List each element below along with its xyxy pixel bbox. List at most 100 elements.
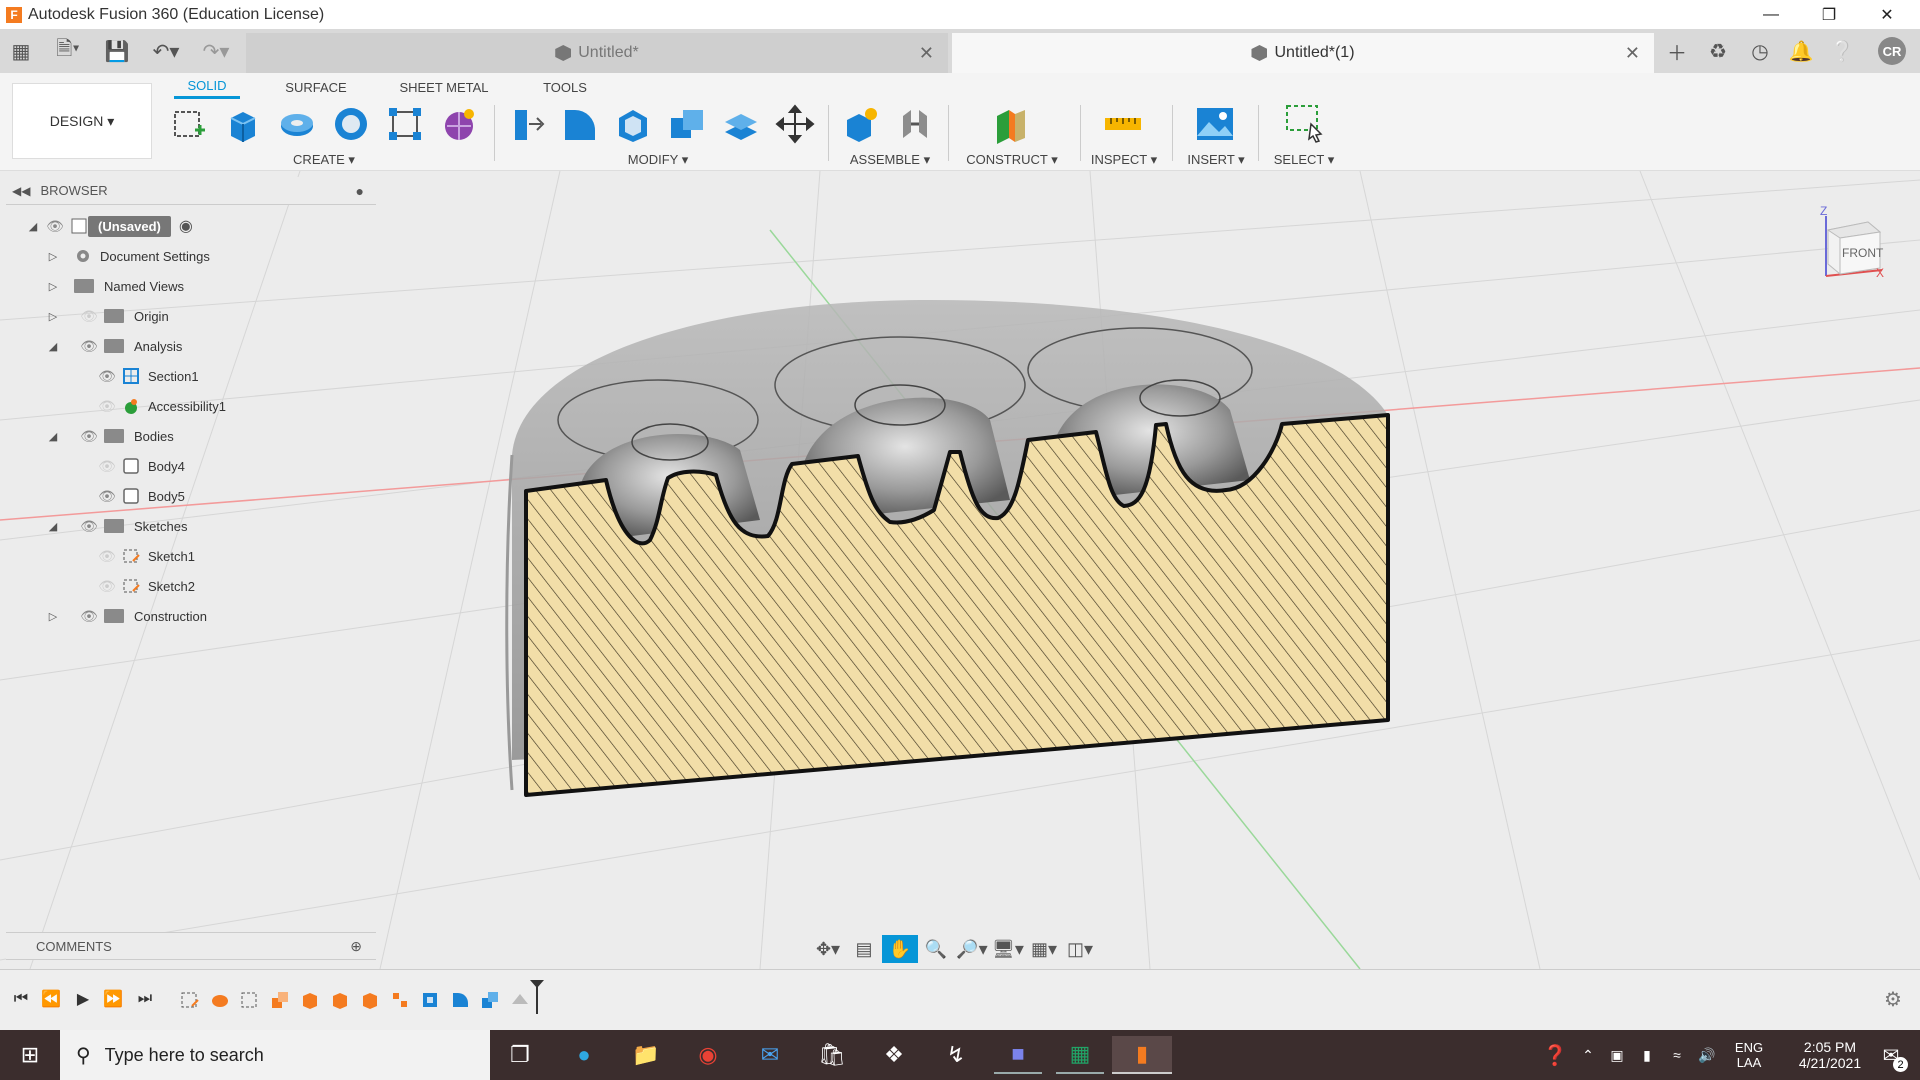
- visibility-eye-icon[interactable]: 👁: [98, 578, 116, 594]
- data-panel-grid-icon[interactable]: ▦: [8, 38, 34, 64]
- step-back-icon[interactable]: ⏪: [40, 988, 62, 1010]
- browser-panel-header[interactable]: ◀◀ BROWSER ●: [6, 177, 376, 205]
- display-settings-icon[interactable]: 🖥▾: [990, 935, 1026, 963]
- add-comment-icon[interactable]: ⊕: [350, 938, 362, 955]
- taskbar-search-box[interactable]: ⚲ Type here to search: [60, 1030, 490, 1080]
- visibility-eye-icon[interactable]: 👁: [80, 338, 98, 354]
- viewcube[interactable]: FRONT Z X: [1820, 204, 1886, 282]
- construct-menu[interactable]: CONSTRUCT ▾: [960, 152, 1064, 168]
- close-window-button[interactable]: ✕: [1858, 0, 1916, 29]
- wifi-icon[interactable]: ≈: [1664, 1030, 1690, 1080]
- insert-image-icon[interactable]: [1194, 103, 1236, 145]
- expand-triangle-icon[interactable]: ▷: [46, 310, 60, 323]
- visibility-eye-icon[interactable]: 👁: [98, 458, 116, 474]
- timeline-marker[interactable]: [536, 984, 538, 1014]
- fit-zoom-icon[interactable]: 🔎▾: [954, 935, 990, 963]
- notifications-bell-icon[interactable]: 🔔: [1787, 37, 1815, 65]
- tree-item-accessibility1[interactable]: 👁 Accessibility1: [98, 392, 226, 420]
- canvas-viewport[interactable]: [0, 171, 1920, 969]
- help-icon[interactable]: ❔: [1828, 37, 1856, 65]
- show-hidden-icons-chevron-icon[interactable]: ⌃: [1576, 1030, 1600, 1080]
- tree-item-named-views[interactable]: ▷ Named Views: [46, 272, 184, 300]
- save-icon[interactable]: 💾: [104, 38, 130, 64]
- joint-icon[interactable]: [894, 103, 936, 145]
- undo-icon[interactable]: ↶▾: [146, 38, 186, 64]
- teams-icon[interactable]: ■: [994, 1036, 1042, 1074]
- tray-app-icon[interactable]: ▣: [1604, 1030, 1630, 1080]
- step-forward-icon[interactable]: ⏩: [102, 988, 124, 1010]
- visibility-eye-icon[interactable]: 👁: [80, 608, 98, 624]
- close-tab-icon[interactable]: ✕: [919, 43, 934, 64]
- visibility-eye-icon[interactable]: 👁: [98, 548, 116, 564]
- timeline-revolve-icon[interactable]: [210, 990, 230, 1010]
- assemble-menu[interactable]: ASSEMBLE ▾: [840, 152, 940, 168]
- look-at-icon[interactable]: ▤: [846, 935, 882, 963]
- file-menu-icon[interactable]: 🗎▾: [48, 38, 88, 64]
- extrude-icon[interactable]: [222, 103, 264, 145]
- chrome-browser-icon[interactable]: ◉: [684, 1036, 732, 1074]
- timeline-extrude-icon[interactable]: [360, 990, 380, 1010]
- timeline-sketch-icon[interactable]: [240, 990, 260, 1010]
- timeline-settings-gear-icon[interactable]: ⚙: [1882, 988, 1904, 1011]
- visibility-eye-icon[interactable]: 👁: [98, 488, 116, 504]
- activate-radio-icon[interactable]: ◉: [179, 216, 193, 236]
- timeline-marker-handle-icon[interactable]: [530, 980, 544, 988]
- restore-button[interactable]: ❐: [1800, 0, 1858, 29]
- tab-surface[interactable]: SURFACE: [276, 75, 356, 99]
- collapse-triangle-icon[interactable]: ◢: [46, 430, 60, 443]
- measure-icon[interactable]: [1102, 103, 1144, 145]
- inspect-menu[interactable]: INSPECT ▾: [1082, 152, 1166, 168]
- expand-triangle-icon[interactable]: ▷: [46, 250, 60, 263]
- user-avatar[interactable]: CR: [1878, 37, 1906, 65]
- tab-sheet-metal[interactable]: SHEET METAL: [394, 75, 494, 99]
- offset-plane-icon[interactable]: [990, 103, 1032, 145]
- tree-item-body5[interactable]: 👁 Body5: [98, 482, 185, 510]
- tree-item-body4[interactable]: 👁 Body4: [98, 452, 185, 480]
- windows-start-icon[interactable]: ⊞: [6, 1036, 54, 1074]
- collapse-triangle-icon[interactable]: ◢: [46, 520, 60, 533]
- tree-item-sketches[interactable]: ◢ 👁 Sketches: [46, 512, 188, 540]
- create-form-icon[interactable]: [438, 103, 480, 145]
- timeline-section-icon[interactable]: [510, 990, 530, 1010]
- hole-icon[interactable]: [330, 103, 372, 145]
- visibility-eye-icon[interactable]: 👁: [98, 368, 116, 384]
- timeline-sketch-icon[interactable]: [180, 990, 200, 1010]
- extensions-icon[interactable]: ♻: [1704, 37, 1732, 65]
- excel-icon[interactable]: ▦: [1056, 1036, 1104, 1074]
- select-window-icon[interactable]: [1284, 103, 1326, 145]
- select-menu[interactable]: SELECT ▾: [1264, 152, 1344, 168]
- collapse-browser-icon[interactable]: ◀◀: [12, 184, 30, 198]
- tree-item-sketch1[interactable]: 👁 Sketch1: [98, 542, 195, 570]
- browser-pin-icon[interactable]: ●: [356, 183, 364, 199]
- tab-untitled-1[interactable]: Untitled*(1) ✕: [952, 33, 1654, 73]
- tree-root[interactable]: ◢ 👁 (Unsaved) ◉: [26, 212, 193, 240]
- timeline-fillet-icon[interactable]: [450, 990, 470, 1010]
- close-tab-icon[interactable]: ✕: [1625, 43, 1640, 64]
- grid-settings-icon[interactable]: ▦▾: [1026, 935, 1062, 963]
- battery-icon[interactable]: ▮: [1634, 1030, 1660, 1080]
- combine-icon[interactable]: [666, 103, 708, 145]
- create-menu[interactable]: CREATE ▾: [274, 152, 374, 168]
- new-component-icon[interactable]: [840, 103, 882, 145]
- press-pull-icon[interactable]: [504, 103, 546, 145]
- tree-item-bodies[interactable]: ◢ 👁 Bodies: [46, 422, 174, 450]
- timeline-combine-icon[interactable]: [480, 990, 500, 1010]
- input-language-indicator[interactable]: ENG LAA: [1726, 1030, 1772, 1080]
- mail-icon[interactable]: ✉: [746, 1036, 794, 1074]
- revolve-icon[interactable]: [276, 103, 318, 145]
- action-center-icon[interactable]: ✉ 2: [1866, 1030, 1916, 1080]
- clock[interactable]: 2:05 PM 4/21/2021: [1780, 1030, 1880, 1080]
- collapse-triangle-icon[interactable]: ◢: [46, 340, 60, 353]
- timeline-pattern-icon[interactable]: [390, 990, 410, 1010]
- tab-solid[interactable]: SOLID: [174, 75, 240, 99]
- pan-hand-icon[interactable]: ✋: [882, 935, 918, 963]
- help-tray-icon[interactable]: ❓: [1538, 1030, 1572, 1080]
- tree-item-analysis[interactable]: ◢ 👁 Analysis: [46, 332, 183, 360]
- tree-item-sketch2[interactable]: 👁 Sketch2: [98, 572, 195, 600]
- visibility-eye-icon[interactable]: 👁: [98, 398, 116, 414]
- timeline-extrude-icon[interactable]: [300, 990, 320, 1010]
- tree-item-section1[interactable]: 👁 Section1: [98, 362, 199, 390]
- shell-icon[interactable]: [612, 103, 654, 145]
- move-copy-icon[interactable]: [774, 103, 816, 145]
- comments-panel-header[interactable]: COMMENTS ⊕: [6, 932, 376, 960]
